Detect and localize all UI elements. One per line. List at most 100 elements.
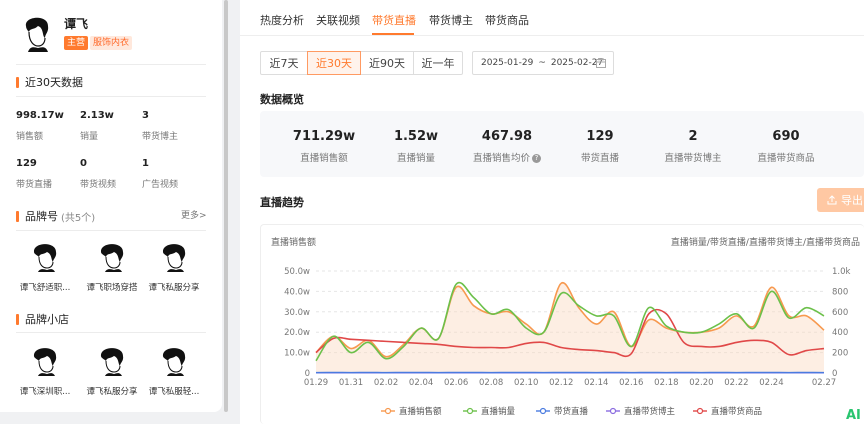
profile-header: 谭飞 主营 服饰内衣 (18, 12, 133, 52)
stat-value: 2.13w (80, 110, 114, 121)
x-tick-label: 02.10 (514, 378, 538, 388)
brand-item[interactable]: 谭飞舒适职... (13, 240, 77, 293)
export-button[interactable]: 导出 (817, 188, 864, 212)
brand-item[interactable]: 谭飞职场穿搭 (80, 240, 144, 293)
tab-live-commerce[interactable]: 带货直播 (372, 12, 416, 28)
overview-card: 711.29w 直播销售额 1.52w 直播销量 467.98 直播销售均价? … (260, 111, 864, 177)
trend-title: 直播趋势 (260, 196, 304, 209)
range-30d[interactable]: 近30天 (307, 51, 361, 75)
stat-label: 带货视频 (80, 180, 117, 190)
brand-name: 谭飞舒适职... (19, 283, 71, 293)
trend-chart: 直播销售额 直播销量/带货直播/直播带货博主/直播带货商品 0 0 10.0w 200… (260, 224, 864, 424)
range-1y[interactable]: 近一年 (413, 51, 463, 75)
overview-value: 711.29w (292, 129, 356, 144)
shop-item[interactable]: 谭飞私服分享 (80, 344, 144, 397)
active-tab-indicator (372, 33, 414, 35)
overview-value: 690 (772, 129, 800, 144)
tab-bar: 热度分析 关联视频 带货直播 带货博主 带货商品 (240, 0, 864, 36)
overview-value: 1.52w (393, 129, 439, 144)
brand-avatar (162, 244, 186, 272)
legend-marker (539, 407, 547, 415)
stat-label: 广告视频 (142, 180, 179, 190)
date-range-picker[interactable]: 2025-01-29 ~ 2025-02-27 (472, 51, 614, 75)
main-panel: 热度分析 关联视频 带货直播 带货博主 带货商品 近7天 近30天 近90天 近… (240, 0, 864, 424)
overview-value: 2 (688, 129, 698, 144)
legend-label: 带货直播 (554, 406, 589, 417)
legend-marker (609, 407, 617, 415)
export-icon (827, 195, 837, 205)
brand-name: 谭飞私服分享 (148, 283, 200, 293)
stat-videos: 0 带货视频 (80, 158, 142, 190)
profile-name: 谭飞 (64, 17, 89, 31)
right-tick-label: 600 (832, 308, 848, 318)
stats-section-title: 近30天数据 (16, 74, 83, 90)
overview-label: 直播带货博主 (664, 153, 722, 164)
overview-lives: 129 带货直播 (550, 129, 650, 164)
stat-lives: 129 带货直播 (16, 158, 78, 190)
legend-label: 直播带货博主 (624, 406, 676, 417)
right-tick-label: 1.0k (832, 267, 851, 277)
overview-label: 直播销售均价 (472, 153, 530, 164)
x-tick-label: 02.20 (689, 378, 713, 388)
stat-value: 0 (80, 158, 87, 169)
right-tick-label: 200 (832, 349, 848, 359)
section-marker (16, 76, 19, 88)
overview-label: 直播带货商品 (757, 153, 815, 164)
legend-marker (384, 407, 392, 415)
tab-products[interactable]: 带货商品 (485, 12, 529, 28)
page: 谭飞 主营 服饰内衣 近30天数据 998.17w 销售额 2.13w 销量 3… (0, 0, 864, 424)
x-tick-label: 02.08 (479, 378, 503, 388)
overview-title: 数据概览 (260, 93, 304, 106)
stat-bloggers: 3 带货博主 (142, 110, 204, 142)
legend-label: 直播带货商品 (711, 406, 762, 417)
overview-sales: 711.29w 直播销售额 (274, 129, 374, 164)
shop-item[interactable]: 谭飞私服轻... (142, 344, 206, 397)
left-tick-label: 30.0w (284, 308, 310, 318)
x-tick-label: 01.29 (304, 378, 328, 388)
divider (16, 230, 206, 231)
date-separator: ~ (538, 58, 546, 68)
x-tick-label: 02.02 (374, 378, 398, 388)
tab-heat-analysis[interactable]: 热度分析 (260, 12, 304, 28)
brands-count: (共5个) (61, 212, 96, 224)
date-start[interactable]: 2025-01-29 (481, 58, 533, 68)
stat-value: 998.17w (16, 110, 64, 121)
left-tick-label: 10.0w (284, 349, 310, 359)
tab-bloggers[interactable]: 带货博主 (429, 12, 473, 28)
category-tag: 服饰内衣 (90, 36, 133, 50)
stat-sales: 998.17w 销售额 (16, 110, 78, 142)
shop-avatar (100, 348, 124, 376)
range-90d[interactable]: 近90天 (360, 51, 414, 75)
brand-avatar (100, 244, 124, 272)
help-icon[interactable]: ? (532, 154, 541, 163)
stat-value: 3 (142, 110, 149, 121)
ai-badge[interactable]: AI (846, 408, 861, 423)
shop-item[interactable]: 谭飞深圳职... (13, 344, 77, 397)
sidebar-scrollbar[interactable] (224, 0, 228, 412)
stat-label: 带货博主 (142, 132, 179, 142)
overview-products: 690 直播带货商品 (736, 129, 836, 164)
tab-related-videos[interactable]: 关联视频 (316, 12, 360, 28)
legend-marker (466, 407, 474, 415)
stat-value: 129 (16, 158, 37, 169)
legend-label: 直播销量 (481, 406, 516, 417)
brand-item[interactable]: 谭飞私服分享 (142, 240, 206, 293)
shops-section-title: 品牌小店 (16, 311, 69, 327)
stat-ad-videos: 1 广告视频 (142, 158, 204, 190)
left-tick-label: 50.0w (284, 267, 310, 277)
brands-section-title: 品牌号 (共5个) (16, 208, 95, 224)
legend-marker (696, 407, 704, 415)
overview-label: 直播销量 (396, 153, 435, 164)
stat-value: 1 (142, 158, 149, 169)
divider (16, 64, 206, 65)
x-tick-label: 02.27 (812, 378, 836, 388)
shops-title-text: 品牌小店 (25, 313, 69, 326)
shop-name: 谭飞深圳职... (19, 387, 71, 397)
more-link[interactable]: 更多> (181, 208, 207, 221)
x-tick-label: 02.24 (759, 378, 783, 388)
export-label: 导出 (841, 194, 863, 207)
range-7d[interactable]: 近7天 (260, 51, 308, 75)
shop-avatar (33, 348, 57, 376)
stats-title-text: 近30天数据 (25, 76, 83, 89)
shop-name: 谭飞私服分享 (86, 387, 138, 397)
